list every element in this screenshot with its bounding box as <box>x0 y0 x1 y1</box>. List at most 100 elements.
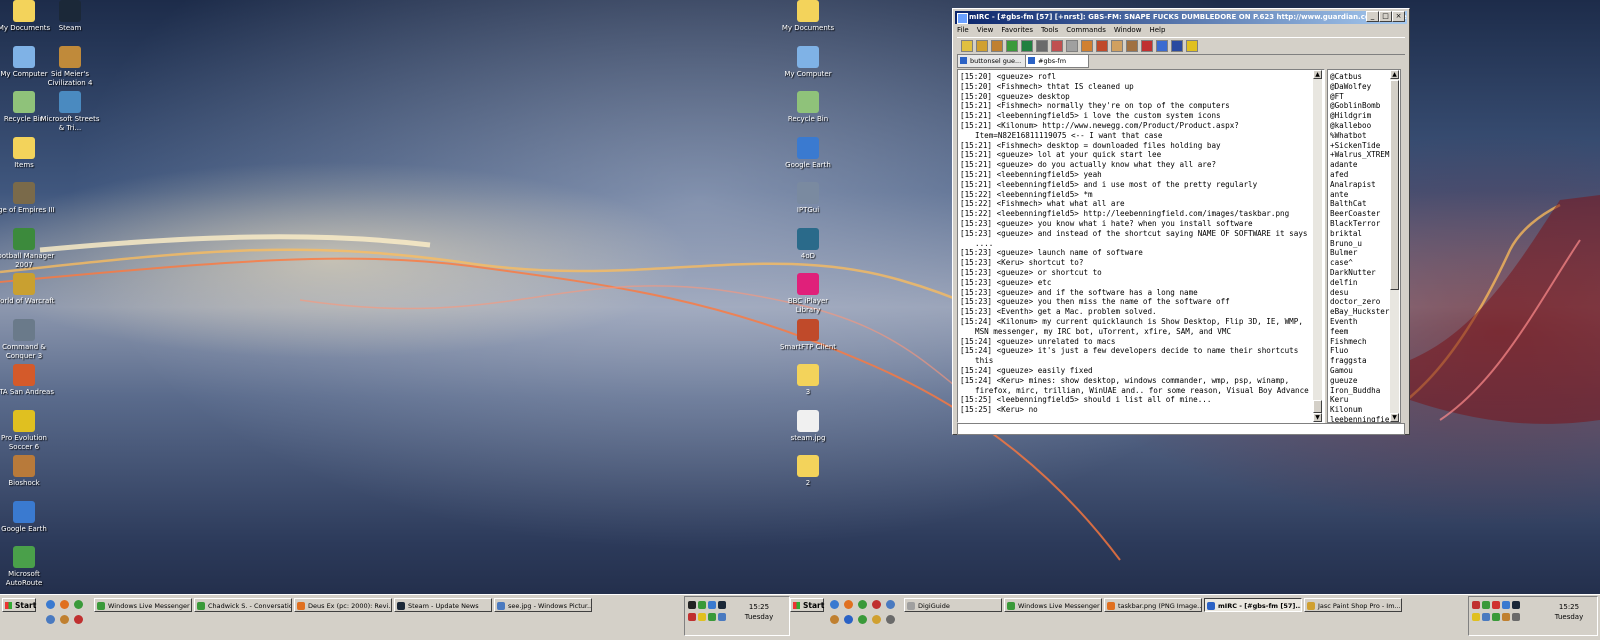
colors-icon[interactable] <box>1066 40 1078 52</box>
nick-list[interactable]: @Catbus @DaWolfey @FT @GoblinBomb @Hildgrim @… <box>1327 69 1401 423</box>
task-button-taskbar-png-png-image[interactable]: taskbar.png (PNG Image... <box>1104 598 1202 612</box>
message-input[interactable] <box>957 423 1405 435</box>
timer-icon[interactable] <box>1051 40 1063 52</box>
options-icon[interactable] <box>976 40 988 52</box>
desktop-icon-football-manager-2007[interactable]: Football Manager 2007 <box>0 227 56 270</box>
program-icon[interactable] <box>74 615 83 624</box>
program-icon[interactable] <box>886 600 895 609</box>
desktop-icon-items[interactable]: Items <box>0 136 56 170</box>
tray-icon[interactable] <box>1492 613 1500 621</box>
log-icon[interactable] <box>1126 40 1138 52</box>
menu-help[interactable]: Help <box>1149 26 1165 34</box>
messenger-icon[interactable] <box>74 600 83 609</box>
winamp-icon[interactable] <box>830 615 839 624</box>
maximize-button[interactable]: □ <box>1379 11 1392 22</box>
desktop-icon-2[interactable]: 2 <box>776 455 840 488</box>
address-book-icon[interactable] <box>1006 40 1018 52</box>
desktop-icon-4od[interactable]: 4oD <box>776 227 840 261</box>
winamp-icon[interactable] <box>60 615 69 624</box>
menu-window[interactable]: Window <box>1114 26 1142 34</box>
tray-icon[interactable] <box>718 601 726 609</box>
scripts-icon[interactable] <box>1081 40 1093 52</box>
tray-icon[interactable] <box>708 601 716 609</box>
task-button-digiguide[interactable]: DigiGuide <box>904 598 1002 612</box>
program-icon[interactable] <box>872 615 881 624</box>
tray-icon[interactable] <box>698 613 706 621</box>
desktop-icon-sid-meier-s-civilization-4[interactable]: Sid Meier's Civilization 4 <box>38 45 102 88</box>
task-button-deus-ex-pc-2000-revi[interactable]: Deus Ex (pc: 2000): Revi... <box>294 598 392 612</box>
scroll-down-arrow-icon[interactable]: ▼ <box>1390 413 1399 422</box>
tray-icon[interactable] <box>1482 601 1490 609</box>
program-icon[interactable] <box>858 615 867 624</box>
tab-gbs-fm[interactable]: #gbs-fm <box>1025 54 1089 68</box>
tray-icon[interactable] <box>1472 613 1480 621</box>
desktop-icon-3[interactable]: 3 <box>776 364 840 397</box>
tray-icon[interactable] <box>688 613 696 621</box>
minimize-button[interactable]: _ <box>1366 11 1379 22</box>
task-button-steam-update-news[interactable]: Steam - Update News <box>394 598 492 612</box>
menu-view[interactable]: View <box>977 26 994 34</box>
desktop-icon-google-earth[interactable]: Google Earth <box>0 500 56 534</box>
desktop-icon-pro-evolution-soccer-6[interactable]: Pro Evolution Soccer 6 <box>0 409 56 452</box>
desktop-icon-bioshock[interactable]: Bioshock <box>0 455 56 488</box>
tray-icon[interactable] <box>1502 613 1510 621</box>
clock-time-left[interactable]: 15:25 <box>739 603 779 612</box>
task-button-chadwick-s-conversation[interactable]: Chadwick S. - Conversation <box>194 598 292 612</box>
mirc-window[interactable]: mIRC - [#gbs-fm [57] [+nrst]: GBS-FM: SN… <box>952 8 1410 435</box>
desktop-icon-steam[interactable]: Steam <box>38 0 102 33</box>
scroll-up-arrow-icon[interactable]: ▲ <box>1313 70 1322 79</box>
tray-icon[interactable] <box>1492 601 1500 609</box>
desktop-icon-gta-san-andreas[interactable]: GTA San Andreas <box>0 364 56 397</box>
scroll-up-arrow-icon[interactable]: ▲ <box>1390 70 1399 79</box>
desktop-icon-smartftp-client[interactable]: SmartFTP Client <box>776 318 840 352</box>
tray-icon[interactable] <box>1502 601 1510 609</box>
menu-favorites[interactable]: Favorites <box>1001 26 1033 34</box>
desktop-icon-google-earth[interactable]: Google Earth <box>776 136 840 170</box>
tray-icon[interactable] <box>1512 601 1520 609</box>
tray-icon[interactable] <box>708 613 716 621</box>
close-button[interactable]: × <box>1392 11 1405 22</box>
desktop-icon-command-conquer-3[interactable]: Command & Conquer 3 <box>0 318 56 361</box>
tray-icon[interactable] <box>688 601 696 609</box>
desktop-icon-world-of-warcraft[interactable]: World of Warcraft <box>0 273 56 306</box>
chat-area[interactable]: [15:20] <gueuze> rofl [15:20] <Fishmech> … <box>957 69 1325 423</box>
mirc-titlebar[interactable]: mIRC - [#gbs-fm [57] [+nrst]: GBS-FM: SN… <box>955 11 1407 24</box>
dcc-send-icon[interactable] <box>1141 40 1153 52</box>
scroll-thumb[interactable] <box>1390 80 1399 290</box>
tray-icon[interactable] <box>1482 613 1490 621</box>
mirc-icon[interactable] <box>844 615 853 624</box>
task-button-jasc-paint-shop-pro-im[interactable]: Jasc Paint Shop Pro - Im... <box>1304 598 1402 612</box>
connect-icon[interactable] <box>961 40 973 52</box>
nick-scrollbar[interactable]: ▲ ▼ <box>1390 70 1399 422</box>
desktop-icon-my-computer[interactable]: My Computer <box>776 45 840 79</box>
desktop-icon-recycle-bin[interactable]: Recycle Bin <box>776 91 840 124</box>
tile-icon[interactable] <box>1171 40 1183 52</box>
start-button-right[interactable]: Start <box>790 598 824 612</box>
mail-icon[interactable] <box>46 615 55 624</box>
task-button-windows-live-messenger[interactable]: Windows Live Messenger <box>1004 598 1102 612</box>
tray-icon[interactable] <box>718 613 726 621</box>
program-icon[interactable] <box>886 615 895 624</box>
desktop-icon-steam-jpg[interactable]: steam.jpg <box>776 409 840 443</box>
menu-commands[interactable]: Commands <box>1066 26 1106 34</box>
tray-icon[interactable] <box>698 601 706 609</box>
clock-time-right[interactable]: 15:25 <box>1549 603 1589 612</box>
task-button-mirc-gbs-fm-57[interactable]: mIRC - [#gbs-fm [57]... <box>1204 598 1302 612</box>
desktop-icon-iptgui[interactable]: IPTGui <box>776 182 840 215</box>
desktop-icon-my-documents[interactable]: My Documents <box>776 0 840 33</box>
folder-icon[interactable] <box>991 40 1003 52</box>
desktop-icon-microsoft-autoroute[interactable]: Microsoft AutoRoute <box>0 546 56 588</box>
tray-icon[interactable] <box>1512 613 1520 621</box>
menu-file[interactable]: File <box>957 26 969 34</box>
scroll-down-arrow-icon[interactable]: ▼ <box>1313 413 1322 422</box>
firefox-icon[interactable] <box>844 600 853 609</box>
messenger-icon[interactable] <box>858 600 867 609</box>
notify-icon[interactable] <box>1036 40 1048 52</box>
dcc-chat-icon[interactable] <box>1156 40 1168 52</box>
show-desktop-icon[interactable] <box>830 600 839 609</box>
menu-tools[interactable]: Tools <box>1041 26 1058 34</box>
remote-icon[interactable] <box>1111 40 1123 52</box>
aliases-icon[interactable] <box>1096 40 1108 52</box>
start-button-left[interactable]: Start <box>2 598 36 612</box>
firefox-icon[interactable] <box>60 600 69 609</box>
